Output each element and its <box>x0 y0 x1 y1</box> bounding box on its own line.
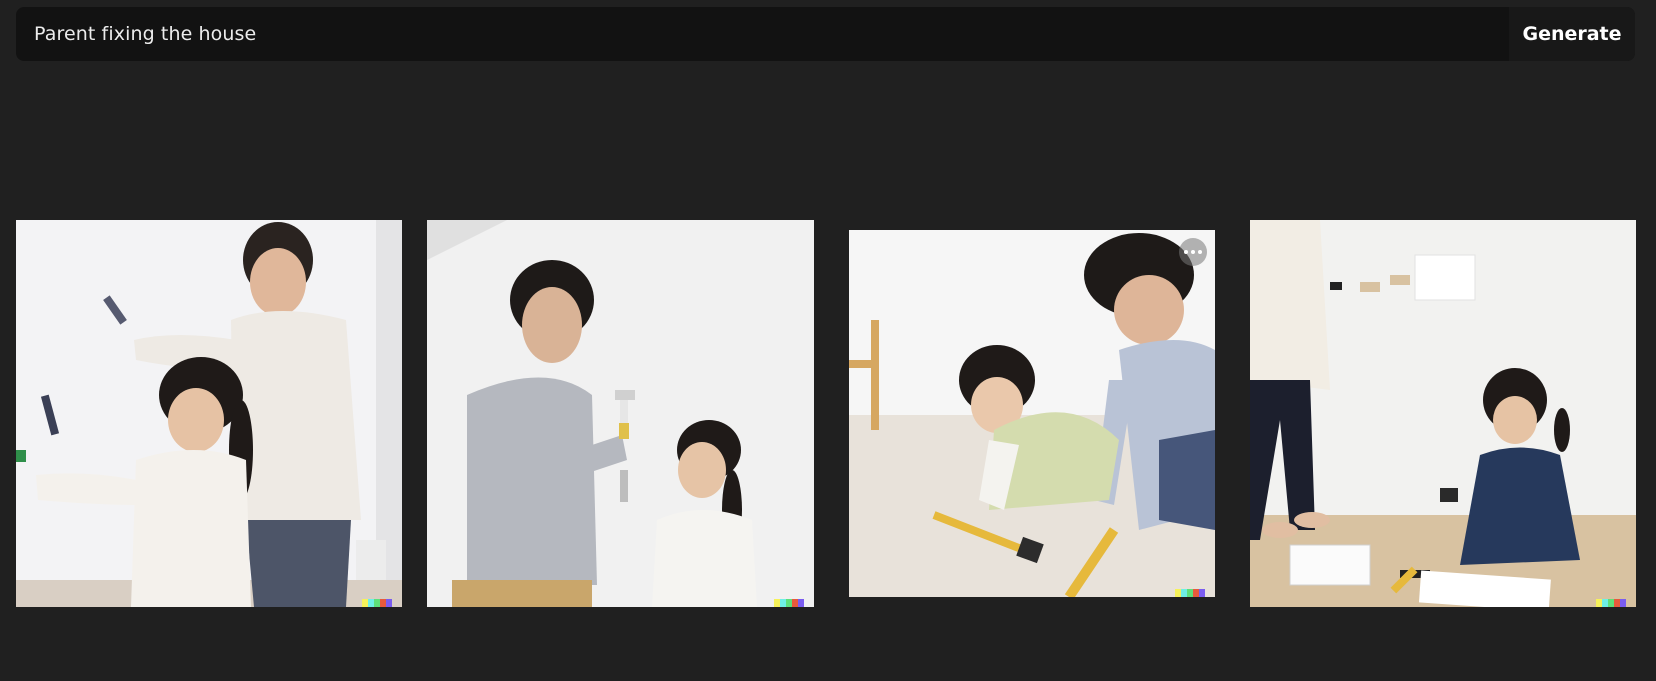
parent-child-image <box>427 220 814 607</box>
prompt-input[interactable]: Parent fixing the house <box>34 7 256 61</box>
parent-child-image <box>1250 220 1636 607</box>
watermark-icon <box>362 599 392 607</box>
result-image-1[interactable] <box>16 220 402 607</box>
result-image-3[interactable] <box>849 230 1215 597</box>
dot-icon <box>1198 250 1202 254</box>
generate-button[interactable]: Generate <box>1509 7 1635 61</box>
dot-icon <box>1184 250 1188 254</box>
result-image-4[interactable] <box>1250 220 1636 607</box>
prompt-bar: Parent fixing the house Generate <box>16 7 1635 61</box>
parent-child-image <box>849 230 1215 597</box>
result-image-2[interactable] <box>427 220 814 607</box>
watermark-icon <box>1175 589 1205 597</box>
parent-child-image <box>16 220 402 607</box>
watermark-icon <box>774 599 804 607</box>
more-options-button[interactable] <box>1179 238 1207 266</box>
dot-icon <box>1191 250 1195 254</box>
watermark-icon <box>1596 599 1626 607</box>
